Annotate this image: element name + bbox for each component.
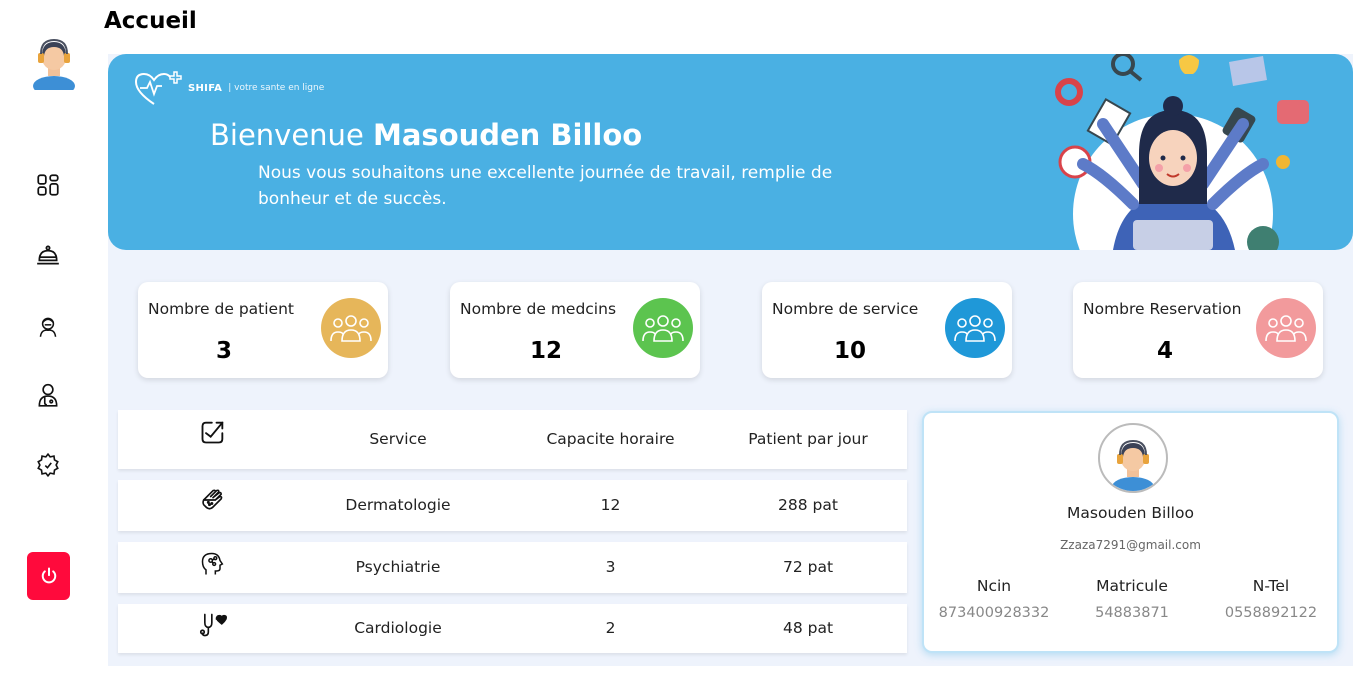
stat-value: 4 [1157,338,1174,364]
stat-value: 10 [834,338,867,364]
group-icon [945,298,1005,358]
stat-card-services[interactable]: Nombre de service 10 [762,282,1012,378]
service-patients: 72 pat [782,558,834,576]
welcome-heading: Bienvenue Masouden Billoo [210,118,642,152]
header-capacity: Capacite horaire [546,430,675,448]
user-avatar[interactable] [31,36,77,96]
stethoscope-heart-icon [178,600,248,649]
sidebar [0,0,96,676]
service-bell-icon[interactable] [33,240,63,270]
stat-label: Nombre Reservation [1083,300,1242,318]
logout-button[interactable] [27,552,70,600]
tel-value: 0558892122 [1224,605,1318,621]
brand-tagline: | votre sante en ligne [228,83,325,93]
welcome-prefix: Bienvenue [210,118,373,152]
skin-hand-icon [178,474,248,525]
welcome-banner: SHIFA | votre sante en ligne Bienvenue M… [108,54,1353,250]
stat-value: 12 [530,338,563,364]
stat-card-reservations[interactable]: Nombre Reservation 4 [1073,282,1323,378]
dashboard-icon[interactable] [33,170,63,200]
power-icon [41,567,56,584]
profile-email: Zzaza7291@gmail.com [1060,538,1201,552]
welcome-subtitle: Nous vous souhaitons une excellente jour… [258,163,833,209]
matricule-label: Matricule [1096,577,1168,595]
profile-tel: N-Tel 0558892122 [1201,577,1341,621]
stat-label: Nombre de service [772,300,919,318]
trend-chart-icon [178,402,248,461]
brand-logo: SHIFA | votre sante en ligne [132,68,324,108]
service-patients: 288 pat [778,496,838,514]
tel-label: N-Tel [1252,577,1290,595]
group-icon [1256,298,1316,358]
table-header: Service Capacite horaire Patient par jou… [118,410,907,469]
table-row[interactable]: Dermatologie 12 288 pat [118,480,907,531]
service-name: Dermatologie [345,496,451,514]
brand-name: SHIFA [188,82,223,94]
table-row[interactable]: Cardiologie 2 48 pat [118,604,907,653]
ncin-value: 873400928332 [938,605,1050,621]
profile-matricule: Matricule 54883871 [1062,577,1202,621]
doctor-icon[interactable] [33,380,63,410]
service-name: Cardiologie [354,619,442,637]
service-capacity: 2 [605,619,616,637]
service-capacity: 12 [600,496,621,514]
header-patients: Patient par jour [748,430,868,448]
gear-icon[interactable] [33,450,63,480]
patient-icon[interactable] [33,312,63,342]
profile-card: Masouden Billoo Zzaza7291@gmail.com Ncin… [922,411,1339,653]
service-name: Psychiatrie [355,558,441,576]
stat-label: Nombre de patient [148,300,294,318]
service-capacity: 3 [605,558,616,576]
heart-cross-icon [134,71,182,105]
profile-avatar [1098,423,1168,493]
service-patients: 48 pat [782,619,834,637]
stat-card-doctors[interactable]: Nombre de medcins 12 [450,282,700,378]
profile-ncin: Ncin 873400928332 [924,577,1064,621]
brain-head-icon [178,538,248,589]
welcome-name: Masouden Billoo [373,118,643,152]
group-icon [633,298,693,358]
stat-value: 3 [216,338,233,364]
table-row[interactable]: Psychiatrie 3 72 pat [118,542,907,593]
group-icon [321,298,381,358]
ncin-label: Ncin [976,577,1012,595]
stat-card-patients[interactable]: Nombre de patient 3 [138,282,388,378]
page-title: Accueil [104,8,197,34]
matricule-value: 54883871 [1095,605,1169,621]
stat-label: Nombre de medcins [460,300,617,318]
header-service: Service [369,430,427,448]
multitasking-woman-illustration [1055,54,1309,250]
profile-name: Masouden Billoo [1067,504,1194,522]
